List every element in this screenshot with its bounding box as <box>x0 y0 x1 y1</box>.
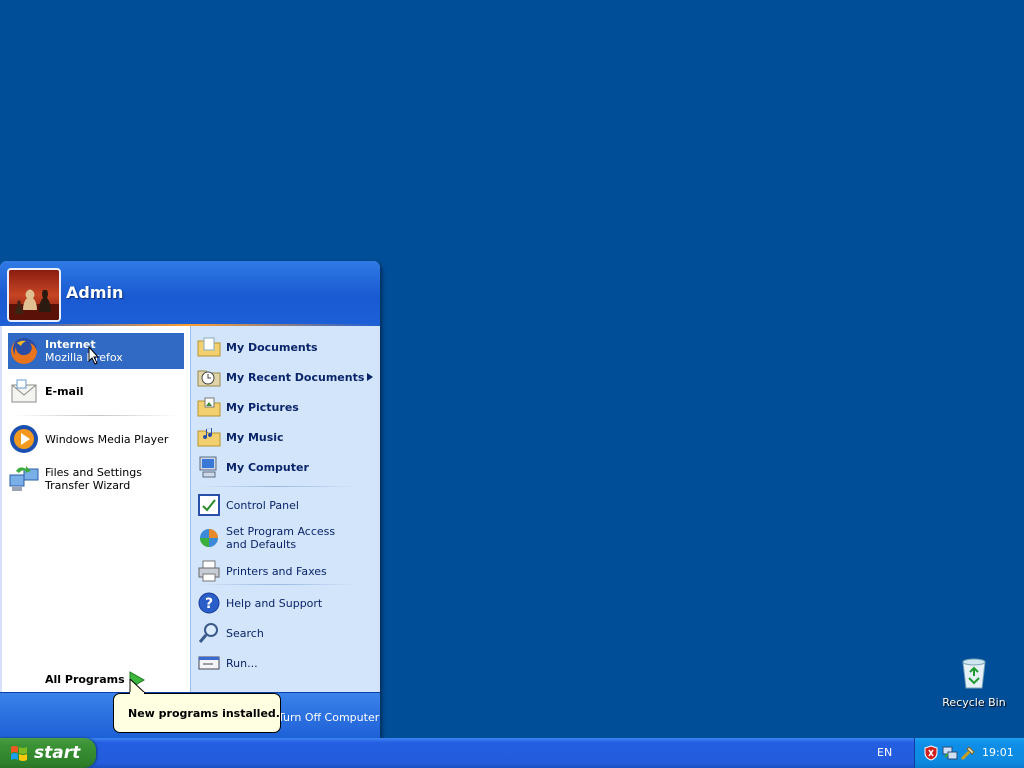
start-button[interactable]: start <box>0 738 96 768</box>
folder-documents-icon <box>197 335 221 359</box>
mouse-cursor-icon <box>88 346 100 365</box>
left-separator <box>12 415 180 416</box>
control-panel-icon <box>197 493 221 517</box>
taskbar <box>0 738 1024 768</box>
menu-item-my-recent-documents[interactable]: My Recent Documents <box>197 364 373 390</box>
menu-item-my-pictures[interactable]: My Pictures <box>197 394 373 420</box>
menu-item-my-music[interactable]: My Music <box>197 424 373 450</box>
transfer-wizard-label: Files and Settings Transfer Wizard <box>45 466 142 492</box>
menu-item-program-access[interactable]: Set Program Access and Defaults <box>197 522 373 554</box>
user-name: Admin <box>66 283 124 302</box>
printers-faxes-label: Printers and Faxes <box>226 564 327 578</box>
printer-icon <box>197 559 221 583</box>
notification-balloon[interactable]: New programs installed. <box>113 693 281 733</box>
recycle-bin-icon <box>962 658 986 689</box>
program-access-icon <box>197 526 221 550</box>
places-pane: My Documents My Recent Documents My Pict… <box>190 326 379 692</box>
menu-item-search[interactable]: Search <box>197 620 373 646</box>
recent-documents-icon <box>197 365 221 389</box>
menu-item-transfer-wizard[interactable]: Files and Settings Transfer Wizard <box>8 461 184 497</box>
start-menu: Admin Internet Mozilla Firefox E-mail Wi… <box>0 261 380 739</box>
email-icon <box>8 375 40 407</box>
run-label: Run... <box>226 656 258 670</box>
menu-item-control-panel[interactable]: Control Panel <box>197 492 373 518</box>
windows-logo-icon <box>11 746 27 761</box>
network-icon[interactable] <box>942 745 958 761</box>
right-separator-1 <box>199 486 355 487</box>
search-icon <box>197 621 221 645</box>
email-label: E-mail <box>45 384 84 398</box>
my-recent-documents-label: My Recent Documents <box>226 370 365 384</box>
media-player-label: Windows Media Player <box>45 432 169 446</box>
menu-item-my-computer[interactable]: My Computer <box>197 454 373 480</box>
folder-music-icon <box>197 425 221 449</box>
svg-text:?: ? <box>205 596 213 612</box>
my-computer-label: My Computer <box>226 460 309 474</box>
start-label: start <box>34 743 81 763</box>
help-icon: ? <box>197 591 221 615</box>
balloon-tail-joint <box>130 692 144 695</box>
clock[interactable]: 19:01 <box>982 746 1014 759</box>
tool-icon[interactable] <box>960 745 976 761</box>
language-indicator[interactable]: EN <box>877 746 892 759</box>
help-support-label: Help and Support <box>226 596 323 610</box>
start-menu-header: Admin <box>0 261 380 325</box>
control-panel-label: Control Panel <box>226 498 299 512</box>
user-avatar[interactable] <box>7 268 61 322</box>
menu-item-help-support[interactable]: ? Help and Support <box>197 590 373 616</box>
menu-item-run[interactable]: Run... <box>197 650 373 676</box>
recycle-bin-label: Recycle Bin <box>942 696 1006 709</box>
firefox-icon <box>8 335 40 367</box>
menu-item-media-player[interactable]: Windows Media Player <box>8 421 184 457</box>
right-separator-2 <box>199 584 355 585</box>
computer-icon <box>197 455 221 479</box>
submenu-arrow-icon <box>367 373 373 381</box>
recycle-bin[interactable]: Recycle Bin <box>938 656 1010 709</box>
my-pictures-label: My Pictures <box>226 400 299 414</box>
security-alert-icon[interactable] <box>924 745 938 761</box>
all-programs-label[interactable]: All Programs <box>45 673 125 686</box>
program-access-label: Set Program Access and Defaults <box>226 525 336 551</box>
pinned-programs-pane: Internet Mozilla Firefox E-mail Windows … <box>2 326 190 724</box>
transfer-wizard-icon <box>8 463 40 495</box>
balloon-text: New programs installed. <box>128 707 280 720</box>
media-player-icon <box>8 423 40 455</box>
search-label: Search <box>226 626 264 640</box>
my-music-label: My Music <box>226 430 284 444</box>
menu-item-email[interactable]: E-mail <box>8 373 184 409</box>
run-icon <box>197 651 221 675</box>
menu-item-my-documents[interactable]: My Documents <box>197 334 373 360</box>
internet-subtitle: Mozilla Firefox <box>45 351 123 364</box>
menu-item-printers-faxes[interactable]: Printers and Faxes <box>197 558 373 584</box>
my-documents-label: My Documents <box>226 340 318 354</box>
folder-pictures-icon <box>197 395 221 419</box>
turn-off-computer-button[interactable]: Turn Off Computer <box>278 711 379 724</box>
